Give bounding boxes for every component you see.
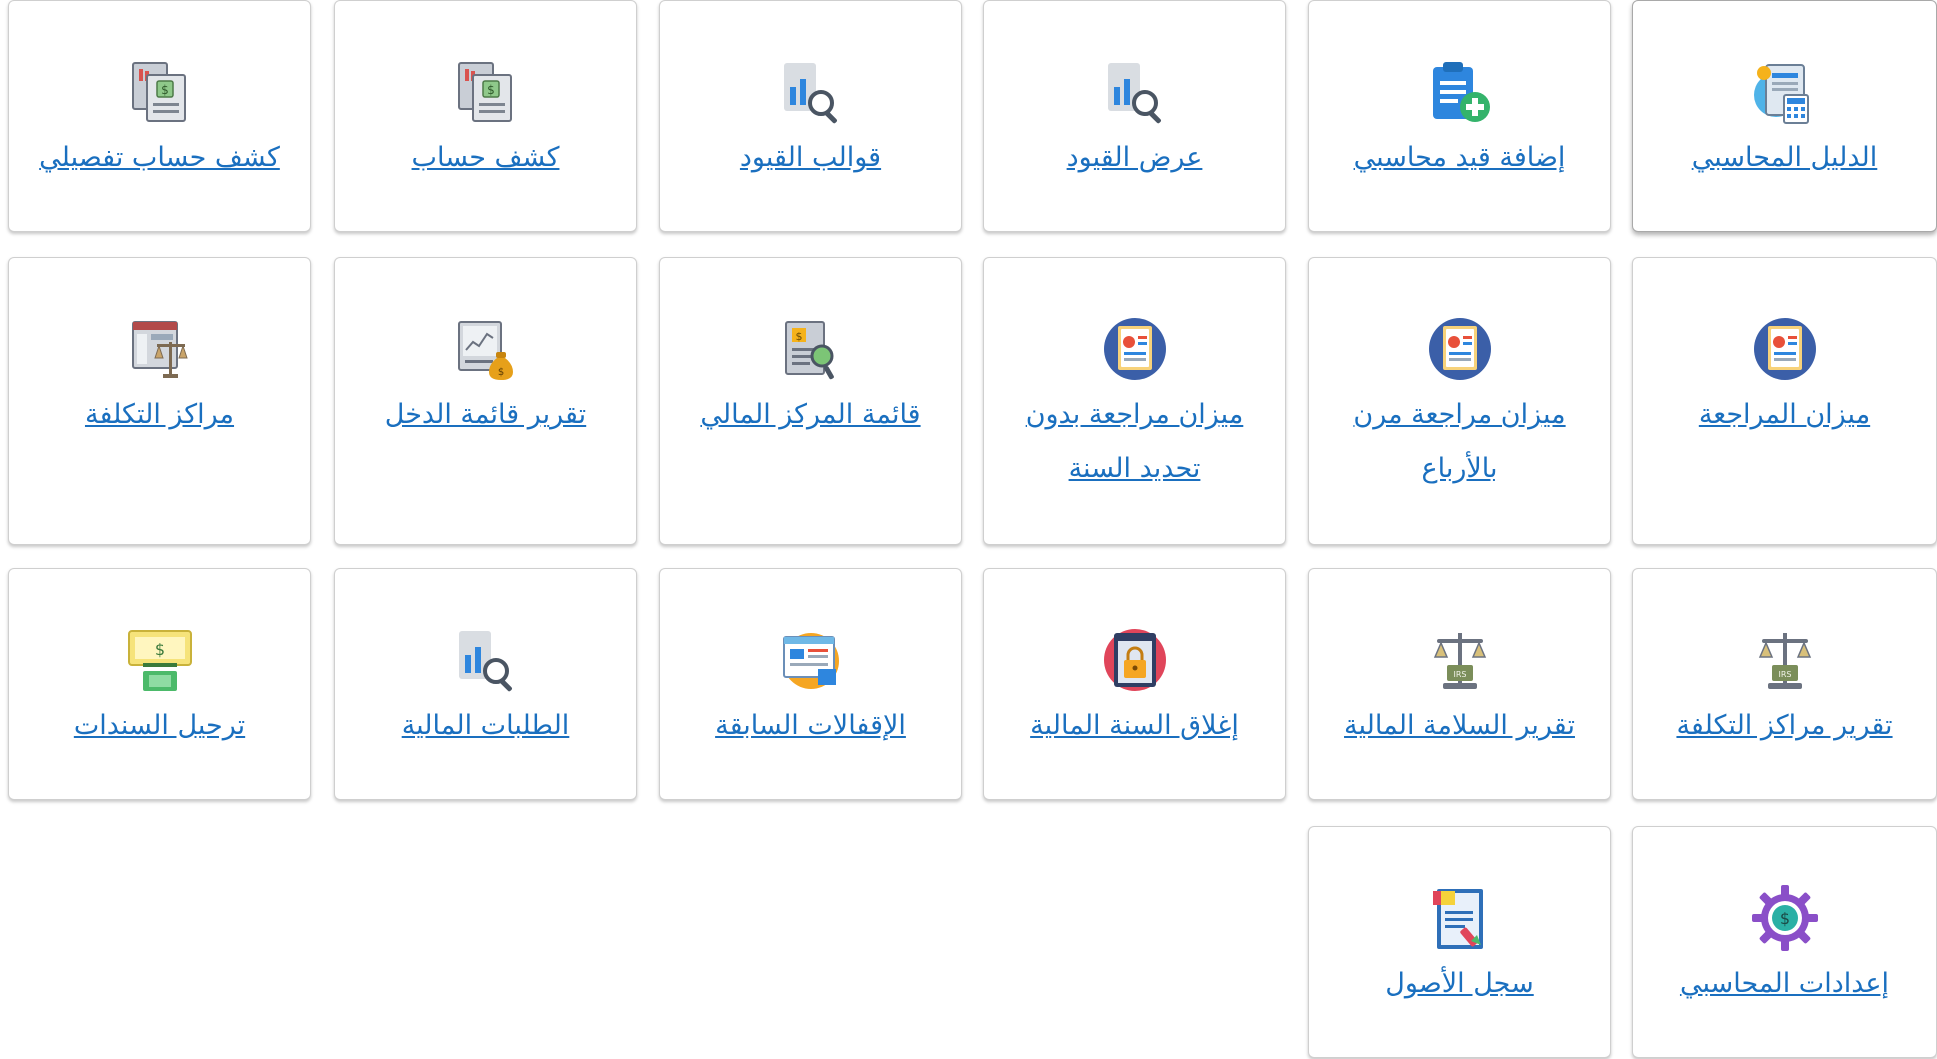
tile-label: كشف حساب [411,142,560,173]
svg-text:$: $ [497,367,503,378]
accounting-menu-grid: الدليل المحاسبي إضافة قيد محاسبي عرض الق… [0,0,1937,1059]
tile-view-entries[interactable]: عرض القيود [983,0,1286,232]
svg-text:$: $ [1779,909,1789,928]
tile-entry-templates[interactable]: قوالب القيود [659,0,962,232]
tile-label: قائمة المركز المالي [700,399,921,430]
statement-docs-icon: $ [131,62,186,122]
tile-label: سجل الأصول [1385,968,1534,999]
tile-account-statement[interactable]: $ كشف حساب [334,0,637,232]
dollar-gear-icon: $ [1751,885,1818,951]
chart-search-icon [458,631,512,692]
statement-docs-icon: $ [457,62,512,122]
tile-post-vouchers[interactable]: $ ترحيل السندات [8,568,311,800]
tile-label: إعدادات المحاسبي [1679,968,1890,999]
lock-circle-icon [1103,629,1166,691]
income-statement-icon: $ [457,321,513,380]
tile-label: الإقفالات السابقة [715,710,906,741]
tile-label: تقرير مراكز التكلفة [1676,710,1893,741]
tile-label: مراكز التكلفة [84,399,235,430]
svg-text:IRS: IRS [1778,670,1791,679]
svg-text:$: $ [154,640,164,659]
svg-text:$: $ [795,330,802,343]
asset-register-icon [1432,889,1483,949]
add-clipboard-icon [1432,62,1490,122]
report-circle-icon [1753,318,1816,380]
money-transfer-icon: $ [127,630,192,691]
tile-label: تقرير قائمة الدخل [384,399,587,430]
tile-trial-balance-no-year[interactable]: ميزان مراجعة بدون تحديد السنة [983,257,1286,545]
tile-label: كشف حساب تفصيلي [39,142,280,173]
tile-financial-position[interactable]: $ قائمة المركز المالي [659,257,962,545]
tile-income-statement[interactable]: $ تقرير قائمة الدخل [334,257,637,545]
tile-label: عرض القيود [1066,142,1203,173]
tile-asset-register[interactable]: سجل الأصول [1308,826,1611,1058]
tile-financial-requests[interactable]: الطلبات المالية [334,568,637,800]
report-circle-icon [1103,318,1166,380]
tile-label: ميزان مراجعة بدون تحديد السنة [1025,399,1244,484]
tile-label: إضافة قيد محاسبي [1353,142,1566,173]
tile-accounting-guide[interactable]: الدليل المحاسبي [1632,0,1937,232]
dashboard-circle-icon [782,633,839,689]
financial-position-icon: $ [784,321,834,380]
accounting-guide-icon [1753,64,1809,124]
tile-label: ميزان المراجعة [1698,399,1871,430]
tile-close-fiscal-year[interactable]: إغلاق السنة المالية [983,568,1286,800]
chart-search-icon [1107,63,1161,124]
tile-previous-closings[interactable]: الإقفالات السابقة [659,568,962,800]
tile-label: ميزان مراجعة مرن بالأرباع [1353,399,1566,484]
tile-label: الطلبات المالية [401,710,570,741]
tile-label: الدليل المحاسبي [1691,142,1878,173]
tile-trial-balance[interactable]: ميزان المراجعة [1632,257,1937,545]
tile-cost-centers-report[interactable]: IRS تقرير مراكز التكلفة [1632,568,1937,800]
report-circle-icon [1428,318,1491,380]
svg-text:IRS: IRS [1453,670,1466,679]
tile-label: تقرير السلامة المالية [1344,710,1575,741]
tile-cost-centers[interactable]: مراكز التكلفة [8,257,311,545]
chart-search-icon [783,63,837,124]
tile-label: إغلاق السنة المالية [1030,710,1239,741]
svg-text:$: $ [161,83,169,97]
svg-text:$: $ [487,83,495,97]
irs-scale-icon: IRS [1433,633,1486,689]
tile-financial-safety-report[interactable]: IRS تقرير السلامة المالية [1308,568,1611,800]
irs-scale-icon: IRS [1758,633,1811,689]
tile-label: قوالب القيود [739,142,882,173]
tile-flexible-trial-balance[interactable]: ميزان مراجعة مرن بالأرباع [1308,257,1611,545]
tile-label: ترحيل السندات [73,710,246,741]
cost-center-scale-icon [131,321,188,378]
tile-add-entry[interactable]: إضافة قيد محاسبي [1308,0,1611,232]
tile-accounting-settings[interactable]: $ إعدادات المحاسبي [1632,826,1937,1058]
tile-detailed-statement[interactable]: $ كشف حساب تفصيلي [8,0,311,232]
